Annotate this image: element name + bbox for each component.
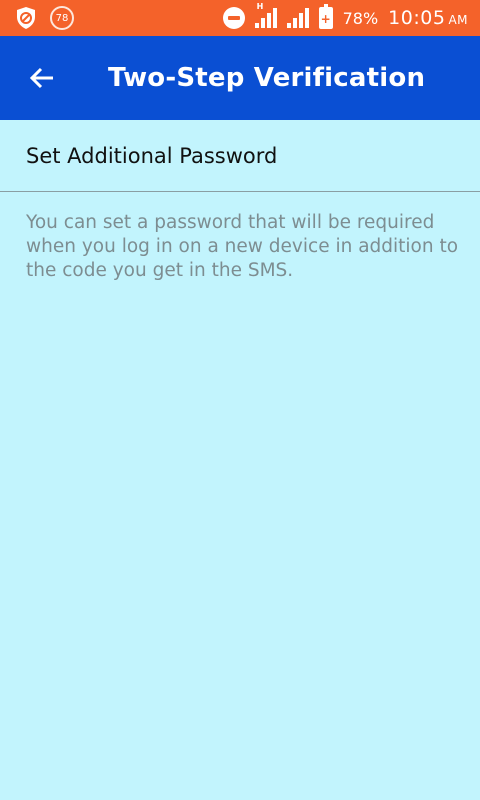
signal-icon [286,8,309,28]
network-type-label: H [256,2,264,11]
battery-percent: 78% [342,8,379,28]
app-bar: Two-Step Verification [0,36,480,120]
signal-h-icon: H [254,2,277,28]
divider [0,191,480,192]
status-bar: 78 H + 78% 10:05 AM [0,0,480,36]
notification-badge: 78 [50,6,74,30]
back-button[interactable] [12,36,72,120]
shield-icon [14,6,38,30]
dnd-icon [222,7,245,29]
clock-ampm: AM [448,13,468,27]
clock: 10:05 AM [388,7,468,29]
clock-time: 10:05 [388,7,446,29]
set-additional-password-item[interactable]: Set Additional Password [0,120,480,192]
battery-charging-icon: + [318,4,333,29]
page-title: Two-Step Verification [108,63,426,93]
arrow-left-icon [29,67,53,89]
password-description: You can set a password that will be requ… [26,212,459,281]
set-additional-password-label: Set Additional Password [26,144,278,168]
